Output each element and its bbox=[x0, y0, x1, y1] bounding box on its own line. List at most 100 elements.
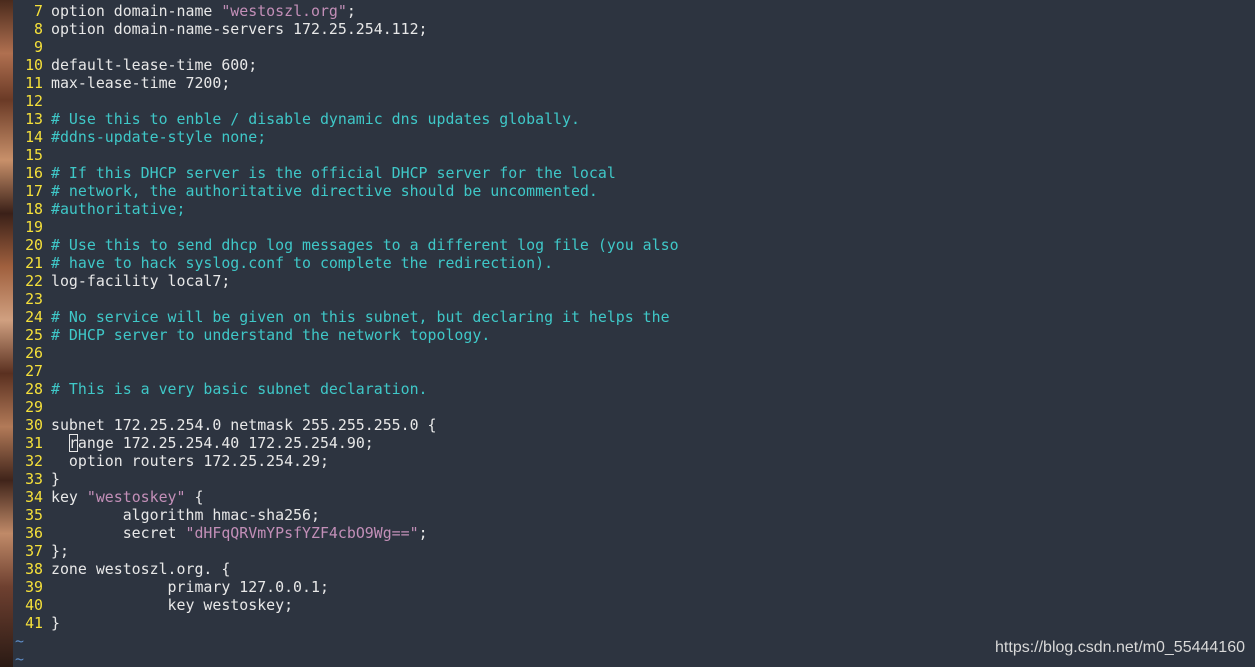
code-line[interactable]: 16 # If this DHCP server is the official … bbox=[13, 164, 679, 182]
code-line[interactable]: 38 zone westoszl.org. { bbox=[13, 560, 679, 578]
terminal-window: 7 option domain-name "westoszl.org"; 8 opti… bbox=[0, 0, 1255, 667]
line-text: # If this DHCP server is the official DH… bbox=[51, 164, 616, 182]
code-line[interactable]: 28 # This is a very basic subnet declarat… bbox=[13, 380, 679, 398]
line-text: }; bbox=[51, 542, 69, 560]
line-text-segment: algorithm hmac-sha256; bbox=[51, 506, 320, 524]
line-text-segment: zone westoszl.org. { bbox=[51, 560, 231, 578]
line-number: 17 bbox=[25, 182, 43, 200]
line-number: 10 bbox=[25, 56, 43, 74]
line-text-segment: option domain-name bbox=[51, 2, 222, 20]
code-line[interactable]: 19 bbox=[13, 218, 679, 236]
code-line[interactable]: 11 max-lease-time 7200; bbox=[13, 74, 679, 92]
code-line[interactable]: 22 log-facility local7; bbox=[13, 272, 679, 290]
line-text: range 172.25.254.40 172.25.254.90; bbox=[51, 434, 374, 452]
code-line[interactable]: 31 range 172.25.254.40 172.25.254.90; bbox=[13, 434, 679, 452]
code-line[interactable]: 26 bbox=[13, 344, 679, 362]
desktop-background-edge bbox=[0, 0, 13, 667]
tilde-marker: ~ bbox=[15, 650, 24, 667]
line-text-segment: # Use this to send dhcp log messages to … bbox=[51, 236, 679, 254]
line-number: 22 bbox=[25, 272, 43, 290]
line-number: 25 bbox=[25, 326, 43, 344]
line-text: # Use this to send dhcp log messages to … bbox=[51, 236, 679, 254]
vim-editor[interactable]: 7 option domain-name "westoszl.org"; 8 opti… bbox=[13, 0, 1255, 667]
line-number: 39 bbox=[25, 578, 43, 596]
line-text: # DHCP server to understand the network … bbox=[51, 326, 490, 344]
code-line[interactable]: 17 # network, the authoritative directive… bbox=[13, 182, 679, 200]
code-line[interactable]: 40 key westoskey; bbox=[13, 596, 679, 614]
line-number: 27 bbox=[25, 362, 43, 380]
line-text: log-facility local7; bbox=[51, 272, 230, 290]
line-text: default-lease-time 600; bbox=[51, 56, 257, 74]
line-number: 14 bbox=[25, 128, 43, 146]
code-line[interactable]: 37}; bbox=[13, 542, 679, 560]
line-text: subnet 172.25.254.0 netmask 255.255.255.… bbox=[51, 416, 437, 434]
string-literal: "dHFqQRVmYPsfYZF4cbO9Wg==" bbox=[185, 524, 419, 542]
code-line[interactable]: 24 # No service will be given on this sub… bbox=[13, 308, 679, 326]
code-line[interactable]: 21 # have to hack syslog.conf to complete… bbox=[13, 254, 679, 272]
line-number: 20 bbox=[25, 236, 43, 254]
line-text-segment: key bbox=[51, 488, 87, 506]
code-line[interactable]: 13 # Use this to enble / disable dynamic … bbox=[13, 110, 679, 128]
code-line[interactable]: 12 bbox=[13, 92, 679, 110]
line-text-segment: secret bbox=[51, 524, 186, 542]
line-text: # network, the authoritative directive s… bbox=[51, 182, 598, 200]
code-line[interactable]: 15 bbox=[13, 146, 679, 164]
line-text-segment: option domain-name-servers 172.25.254.11… bbox=[51, 20, 428, 38]
line-number: 24 bbox=[25, 308, 43, 326]
line-text: option domain-name "westoszl.org"; bbox=[51, 2, 356, 20]
line-text: key "westoskey" { bbox=[51, 488, 203, 506]
code-line[interactable]: 30 subnet 172.25.254.0 netmask 255.255.25… bbox=[13, 416, 679, 434]
line-number: 36 bbox=[25, 524, 43, 542]
line-text: #ddns-update-style none; bbox=[51, 128, 266, 146]
text-cursor: r bbox=[68, 434, 78, 452]
line-number: 35 bbox=[25, 506, 43, 524]
code-line[interactable]: 41} bbox=[13, 614, 679, 632]
line-number: 11 bbox=[25, 74, 43, 92]
line-text: #authoritative; bbox=[51, 200, 185, 218]
code-line[interactable]: 23 bbox=[13, 290, 679, 308]
code-line[interactable]: 8 option domain-name-servers 172.25.254.1… bbox=[13, 20, 679, 38]
code-line[interactable]: 33} bbox=[13, 470, 679, 488]
code-line[interactable]: 39 primary 127.0.0.1; bbox=[13, 578, 679, 596]
line-text: # Use this to enble / disable dynamic dn… bbox=[51, 110, 580, 128]
line-number: 37 bbox=[25, 542, 43, 560]
line-number: 8 bbox=[34, 20, 43, 38]
line-number: 32 bbox=[25, 452, 43, 470]
line-text-segment: } bbox=[51, 470, 60, 488]
line-text: zone westoszl.org. { bbox=[51, 560, 230, 578]
line-text-segment bbox=[51, 434, 69, 452]
code-line[interactable]: 20 # Use this to send dhcp log messages t… bbox=[13, 236, 679, 254]
code-line[interactable]: 9 bbox=[13, 38, 679, 56]
line-text-segment: default-lease-time 600; bbox=[51, 56, 258, 74]
code-line[interactable]: 14 #ddns-update-style none; bbox=[13, 128, 679, 146]
line-text-segment: # If this DHCP server is the official DH… bbox=[51, 164, 616, 182]
line-text-segment: # No service will be given on this subne… bbox=[51, 308, 670, 326]
line-text-segment: log-facility local7; bbox=[51, 272, 231, 290]
line-number: 40 bbox=[25, 596, 43, 614]
code-line[interactable]: 34 key "westoskey" { bbox=[13, 488, 679, 506]
code-line[interactable]: 35 algorithm hmac-sha256; bbox=[13, 506, 679, 524]
code-line[interactable]: 32 option routers 172.25.254.29; bbox=[13, 452, 679, 470]
line-number: 15 bbox=[25, 146, 43, 164]
code-line[interactable]: 29 bbox=[13, 398, 679, 416]
line-text-segment: }; bbox=[51, 542, 69, 560]
line-text-segment: # DHCP server to understand the network … bbox=[51, 326, 491, 344]
string-literal: "westoskey" bbox=[86, 488, 186, 506]
line-text: secret "dHFqQRVmYPsfYZF4cbO9Wg=="; bbox=[51, 524, 428, 542]
code-line[interactable]: 7 option domain-name "westoszl.org"; bbox=[13, 2, 679, 20]
line-text-segment: #ddns-update-style none; bbox=[51, 128, 267, 146]
code-line[interactable]: 36 secret "dHFqQRVmYPsfYZF4cbO9Wg=="; bbox=[13, 524, 679, 542]
code-line[interactable]: 27 bbox=[13, 362, 679, 380]
line-text-segment: } bbox=[51, 614, 60, 632]
line-text-segment: #authoritative; bbox=[51, 200, 186, 218]
line-number: 31 bbox=[25, 434, 43, 452]
line-number: 13 bbox=[25, 110, 43, 128]
line-text-segment: ; bbox=[418, 524, 428, 542]
line-number: 19 bbox=[25, 218, 43, 236]
line-text-segment: # have to hack syslog.conf to complete t… bbox=[51, 254, 554, 272]
code-line[interactable]: 18 #authoritative; bbox=[13, 200, 679, 218]
empty-buffer-markers: ~ ~ bbox=[13, 632, 24, 667]
code-line[interactable]: 10 default-lease-time 600; bbox=[13, 56, 679, 74]
code-line[interactable]: 25 # DHCP server to understand the networ… bbox=[13, 326, 679, 344]
line-text-segment: ange 172.25.254.40 172.25.254.90; bbox=[77, 434, 374, 452]
